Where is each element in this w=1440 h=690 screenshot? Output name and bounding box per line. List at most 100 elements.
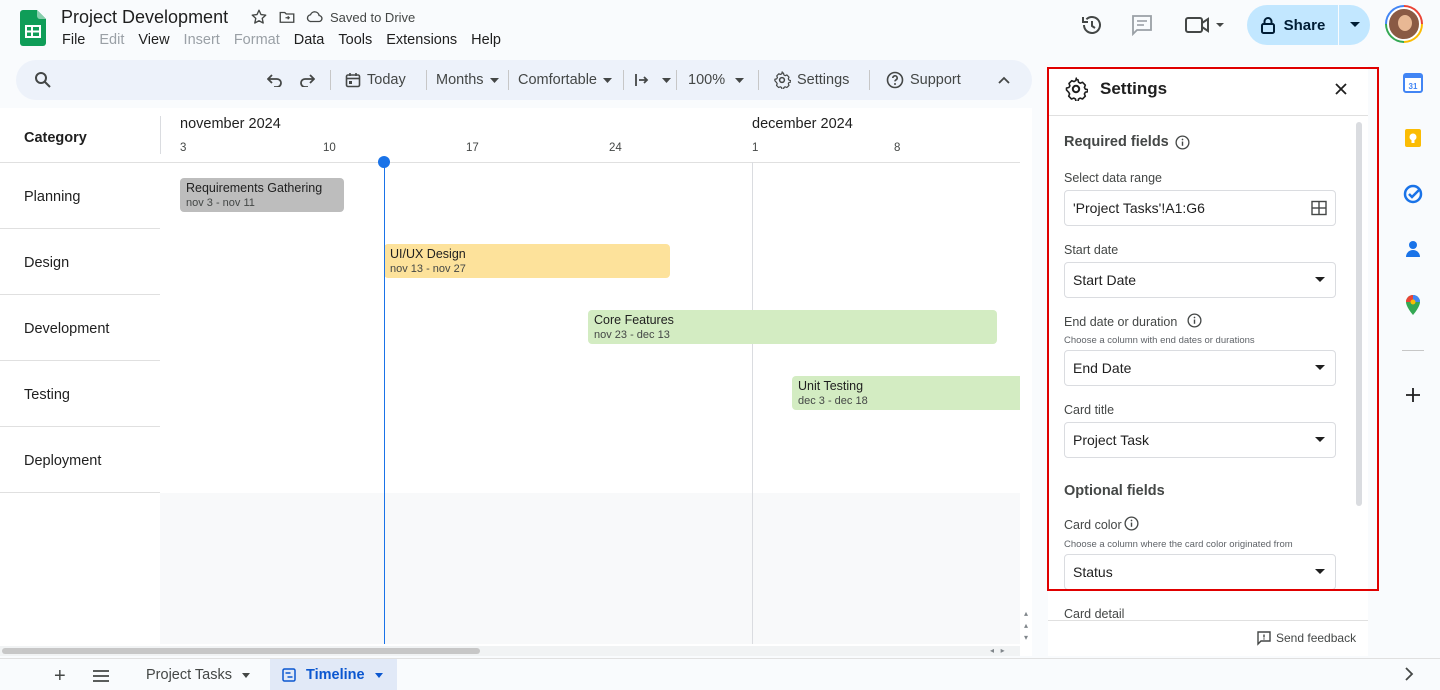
- months-dropdown[interactable]: Months: [436, 60, 499, 100]
- day-label: 17: [466, 142, 479, 154]
- send-feedback-button[interactable]: Send feedback: [1256, 630, 1356, 646]
- sheet-tab-timeline[interactable]: Timeline: [270, 659, 397, 690]
- avatar[interactable]: [1385, 5, 1423, 43]
- required-fields-label: Required fields: [1064, 134, 1169, 150]
- tasks-app-icon[interactable]: [1402, 183, 1424, 205]
- card-color-hint: Choose a column where the card color ori…: [1064, 539, 1293, 550]
- redo-icon[interactable]: [299, 73, 315, 87]
- caret-down-icon[interactable]: [241, 672, 250, 678]
- card-color-value: Status: [1073, 564, 1113, 580]
- caret-down-icon: [1315, 277, 1325, 282]
- horizontal-scroll-arrows[interactable]: ◂ ▸: [990, 646, 1005, 655]
- collapse-toolbar-icon[interactable]: [998, 76, 1010, 84]
- chevron-right-icon[interactable]: [1404, 667, 1414, 681]
- day-label: 3: [180, 142, 187, 154]
- card-title-select[interactable]: Project Task: [1064, 422, 1336, 458]
- caret-down-icon: [735, 77, 745, 83]
- optional-fields-header: Optional fields: [1064, 483, 1165, 499]
- card-detail-label: Card detail: [1064, 607, 1125, 621]
- close-icon[interactable]: [1332, 80, 1350, 98]
- category-label: Testing: [24, 387, 70, 403]
- card-dates: dec 3 - dec 18: [798, 395, 868, 407]
- horizontal-scrollbar[interactable]: [0, 646, 1020, 656]
- today-marker-line: [384, 160, 385, 644]
- end-date-select[interactable]: End Date: [1064, 350, 1336, 386]
- caret-down-icon[interactable]: [374, 672, 383, 678]
- star-icon[interactable]: [250, 8, 268, 26]
- document-title[interactable]: Project Development: [61, 7, 228, 28]
- card-color-label-row: Card color: [1064, 516, 1139, 532]
- card-color-select[interactable]: Status: [1064, 554, 1336, 590]
- timeline-card[interactable]: UI/UX Design nov 13 - nov 27: [384, 244, 670, 278]
- info-icon[interactable]: [1124, 516, 1139, 531]
- zoom-dropdown[interactable]: 100%: [688, 60, 745, 100]
- version-history-icon[interactable]: [1080, 13, 1104, 37]
- card-dates: nov 13 - nov 27: [390, 263, 466, 275]
- category-label: Development: [24, 321, 110, 337]
- menu-item-format[interactable]: Format: [234, 32, 280, 48]
- timeline-card[interactable]: Unit Testing dec 3 - dec 18: [792, 376, 1020, 410]
- menu-item-extensions[interactable]: Extensions: [386, 32, 457, 48]
- maps-app-icon[interactable]: [1402, 294, 1424, 316]
- day-label: 8: [894, 142, 901, 154]
- sheet-tab-project-tasks[interactable]: Project Tasks: [134, 659, 262, 690]
- search-icon[interactable]: [34, 71, 52, 89]
- move-folder-icon[interactable]: [278, 8, 296, 26]
- start-date-select[interactable]: Start Date: [1064, 262, 1336, 298]
- menu-item-tools[interactable]: Tools: [338, 32, 372, 48]
- menu-item-edit[interactable]: Edit: [99, 32, 124, 48]
- density-dropdown[interactable]: Comfortable: [518, 60, 612, 100]
- settings-scrollbar[interactable]: [1356, 122, 1362, 506]
- cloud-saved-icon[interactable]: [306, 8, 324, 26]
- density-label: Comfortable: [518, 72, 597, 88]
- get-addons-icon[interactable]: [1402, 384, 1424, 406]
- menu-item-help[interactable]: Help: [471, 32, 501, 48]
- timeline-card[interactable]: Core Features nov 23 - dec 13: [588, 310, 997, 344]
- info-icon[interactable]: [1175, 134, 1190, 150]
- share-button[interactable]: Share: [1247, 5, 1338, 45]
- meet-video-icon[interactable]: [1184, 14, 1226, 36]
- keep-app-icon[interactable]: [1402, 127, 1424, 149]
- app-header: Project Development Saved to Drive File E…: [0, 0, 1440, 58]
- group-by-dropdown[interactable]: [634, 60, 671, 100]
- add-sheet-button[interactable]: +: [54, 665, 66, 688]
- menu-item-insert[interactable]: Insert: [184, 32, 220, 48]
- vertical-scroll-arrows[interactable]: ▴ ▴ ▾: [1020, 608, 1032, 644]
- support-label: Support: [910, 72, 961, 88]
- menu-item-data[interactable]: Data: [294, 32, 325, 48]
- required-fields-header: Required fields: [1064, 134, 1190, 150]
- calendar-app-icon[interactable]: 31: [1402, 72, 1424, 94]
- today-button[interactable]: Today: [345, 60, 406, 100]
- timeline-view: Category november 2024 december 2024 3 1…: [0, 108, 1032, 656]
- card-title-label: Card title: [1064, 403, 1115, 417]
- month-label: december 2024: [752, 116, 853, 132]
- select-range-icon[interactable]: [1311, 200, 1327, 216]
- support-button[interactable]: Support: [886, 60, 961, 100]
- feedback-icon: [1257, 631, 1271, 646]
- settings-panel: Settings Required fields Select data ran…: [1048, 66, 1368, 656]
- caret-down-icon: [489, 77, 499, 83]
- comments-icon[interactable]: [1130, 14, 1154, 36]
- timeline-row: Planning: [0, 163, 1020, 229]
- undo-icon[interactable]: [267, 73, 283, 87]
- all-sheets-icon[interactable]: [93, 670, 109, 682]
- lock-icon: [1260, 17, 1275, 34]
- timeline-toolbar: Today Months Comfortable 100% Settings S…: [16, 60, 1032, 100]
- info-icon[interactable]: [1187, 312, 1202, 328]
- caret-down-icon: [602, 77, 612, 83]
- settings-button[interactable]: Settings: [773, 60, 849, 100]
- caret-down-icon: [662, 77, 671, 83]
- day-label: 10: [323, 142, 336, 154]
- menu-item-view[interactable]: View: [138, 32, 169, 48]
- sheet-tab-label: Timeline: [306, 667, 365, 683]
- sheets-logo-icon[interactable]: [20, 10, 46, 46]
- data-range-input[interactable]: 'Project Tasks'!A1:G6: [1064, 190, 1336, 226]
- timeline-card[interactable]: Requirements Gathering nov 3 - nov 11: [180, 178, 344, 212]
- menu-item-file[interactable]: File: [62, 32, 85, 48]
- card-dates: nov 3 - nov 11: [186, 197, 255, 209]
- save-status: Saved to Drive: [330, 9, 416, 25]
- contacts-app-icon[interactable]: [1402, 238, 1424, 260]
- category-header: Category: [24, 130, 87, 146]
- category-label: Deployment: [24, 453, 102, 469]
- share-dropdown-button[interactable]: [1339, 5, 1370, 45]
